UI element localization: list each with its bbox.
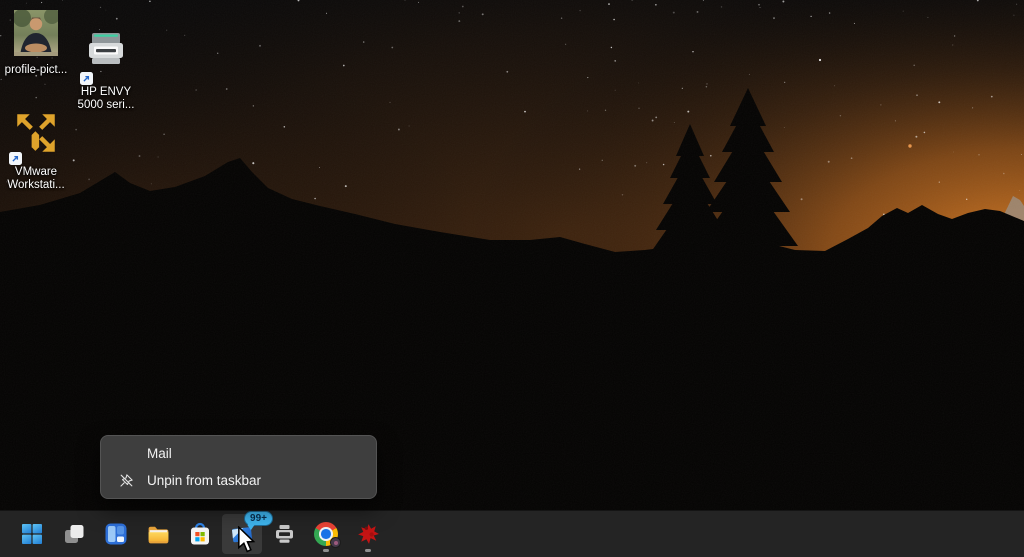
task-view-button[interactable]: [54, 514, 94, 554]
running-indicator: [323, 549, 329, 552]
chrome-icon: [314, 522, 338, 546]
mail-button[interactable]: 99+: [222, 514, 262, 554]
printer-icon: [272, 522, 297, 546]
vmware-shortcut-icon: [11, 108, 61, 163]
task-view-icon: [62, 522, 86, 546]
chrome-button[interactable]: [306, 514, 346, 554]
microsoft-store-button[interactable]: [180, 514, 220, 554]
start-icon: [20, 522, 44, 546]
printer-shortcut-icon: [82, 30, 130, 83]
mail-unread-badge: 99+: [244, 511, 273, 526]
widgets-icon: [104, 522, 128, 546]
red-app-button[interactable]: [348, 514, 388, 554]
desktop-icon-hp-envy-printer[interactable]: HP ENVY 5000 seri...: [72, 30, 140, 112]
desktop-icon-label: HP ENVY 5000 seri...: [78, 86, 135, 112]
taskbar-context-menu: Mail Unpin from taskbar: [100, 435, 377, 499]
menu-item-mail[interactable]: Mail: [105, 440, 372, 467]
red-app-icon: [356, 522, 381, 547]
desktop-icon-label: VMware Workstati...: [7, 166, 64, 192]
desktop-icon-profile-picture[interactable]: profile-pict...: [2, 10, 70, 77]
running-indicator: [365, 549, 371, 552]
menu-item-label: Unpin from taskbar: [147, 473, 261, 488]
desktop-icon-label: profile-pict...: [5, 64, 68, 77]
menu-item-label: Mail: [147, 446, 172, 461]
menu-item-unpin-from-taskbar[interactable]: Unpin from taskbar: [105, 467, 372, 494]
profile-picture-thumbnail: [14, 10, 58, 61]
shortcut-arrow-icon: [9, 152, 22, 165]
chrome-profile-badge: [330, 537, 341, 548]
taskbar: 99+: [0, 510, 1024, 557]
file-explorer-button[interactable]: [138, 514, 178, 554]
file-explorer-icon: [146, 522, 171, 547]
desktop-icon-vmware-workstation[interactable]: VMware Workstati...: [2, 108, 70, 192]
start-button[interactable]: [12, 514, 52, 554]
widgets-button[interactable]: [96, 514, 136, 554]
shortcut-arrow-icon: [80, 72, 93, 85]
microsoft-store-icon: [188, 521, 212, 547]
desktop[interactable]: profile-pict... HP ENVY 5000 seri...: [0, 0, 1024, 557]
unpin-icon: [105, 472, 147, 489]
